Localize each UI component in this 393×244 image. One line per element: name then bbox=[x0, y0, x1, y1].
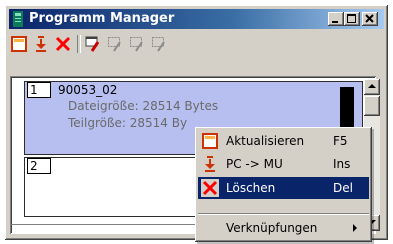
transfer-tool-button[interactable] bbox=[31, 34, 51, 54]
program-name: 90053_02 bbox=[58, 83, 118, 97]
close-icon bbox=[365, 14, 374, 23]
link-disabled-icon bbox=[152, 37, 165, 52]
refresh-tool-button[interactable] bbox=[9, 34, 29, 54]
close-button[interactable] bbox=[362, 12, 378, 26]
file-size-text: Dateigröße: 28514 Bytes bbox=[68, 99, 219, 113]
arrow-up-icon bbox=[368, 84, 376, 88]
scroll-up-button[interactable] bbox=[364, 79, 380, 95]
app-icon bbox=[13, 11, 23, 27]
link-disabled-icon bbox=[108, 37, 121, 52]
menu-label: Verknüpfungen bbox=[226, 221, 318, 235]
refresh-box-icon bbox=[11, 36, 27, 52]
menu-label: Aktualisieren bbox=[226, 134, 305, 148]
refresh-box-icon bbox=[202, 133, 218, 149]
window-title: Programm Manager bbox=[29, 11, 175, 26]
menu-separator bbox=[198, 213, 369, 215]
submenu-arrow-icon bbox=[353, 224, 357, 232]
maximize-button[interactable] bbox=[344, 12, 360, 26]
delete-x-icon bbox=[55, 36, 71, 52]
transfer-down-icon bbox=[36, 36, 46, 52]
menu-shortcut: Del bbox=[333, 181, 353, 195]
menu-label: Löschen bbox=[226, 181, 276, 195]
link-tool-button-1[interactable] bbox=[83, 34, 103, 54]
link-tool-button-2[interactable] bbox=[105, 34, 125, 54]
part-size-text: Teilgröße: 28514 By bbox=[68, 116, 188, 130]
link-tool-button-3[interactable] bbox=[127, 34, 147, 54]
item-number: 2 bbox=[27, 158, 51, 174]
link-red-icon bbox=[85, 36, 100, 52]
transfer-down-icon bbox=[205, 156, 215, 172]
minimize-button[interactable] bbox=[328, 12, 344, 26]
context-menu: Aktualisieren F5 PC -> MU Ins Löschen De… bbox=[195, 127, 372, 242]
maximize-icon bbox=[347, 14, 356, 23]
title-bar[interactable]: Programm Manager bbox=[9, 9, 384, 29]
menu-item-aktualisieren[interactable]: Aktualisieren F5 bbox=[198, 130, 369, 152]
toolbar bbox=[9, 32, 384, 56]
delete-tool-button[interactable] bbox=[53, 34, 73, 54]
menu-item-loeschen[interactable]: Löschen Del bbox=[198, 177, 369, 199]
toolbar-separator bbox=[77, 35, 81, 53]
delete-x-icon bbox=[201, 179, 219, 197]
menu-shortcut: Ins bbox=[333, 157, 351, 171]
menu-label: PC -> MU bbox=[226, 157, 283, 171]
item-number: 1 bbox=[27, 82, 51, 98]
menu-item-verknuepfungen[interactable]: Verknüpfungen bbox=[198, 217, 369, 239]
link-tool-button-4[interactable] bbox=[149, 34, 169, 54]
menu-shortcut: F5 bbox=[333, 134, 348, 148]
scroll-thumb[interactable] bbox=[364, 96, 380, 116]
menu-item-pc-to-mu[interactable]: PC -> MU Ins bbox=[198, 153, 369, 175]
link-disabled-icon bbox=[130, 37, 143, 52]
minimize-icon bbox=[332, 21, 338, 23]
